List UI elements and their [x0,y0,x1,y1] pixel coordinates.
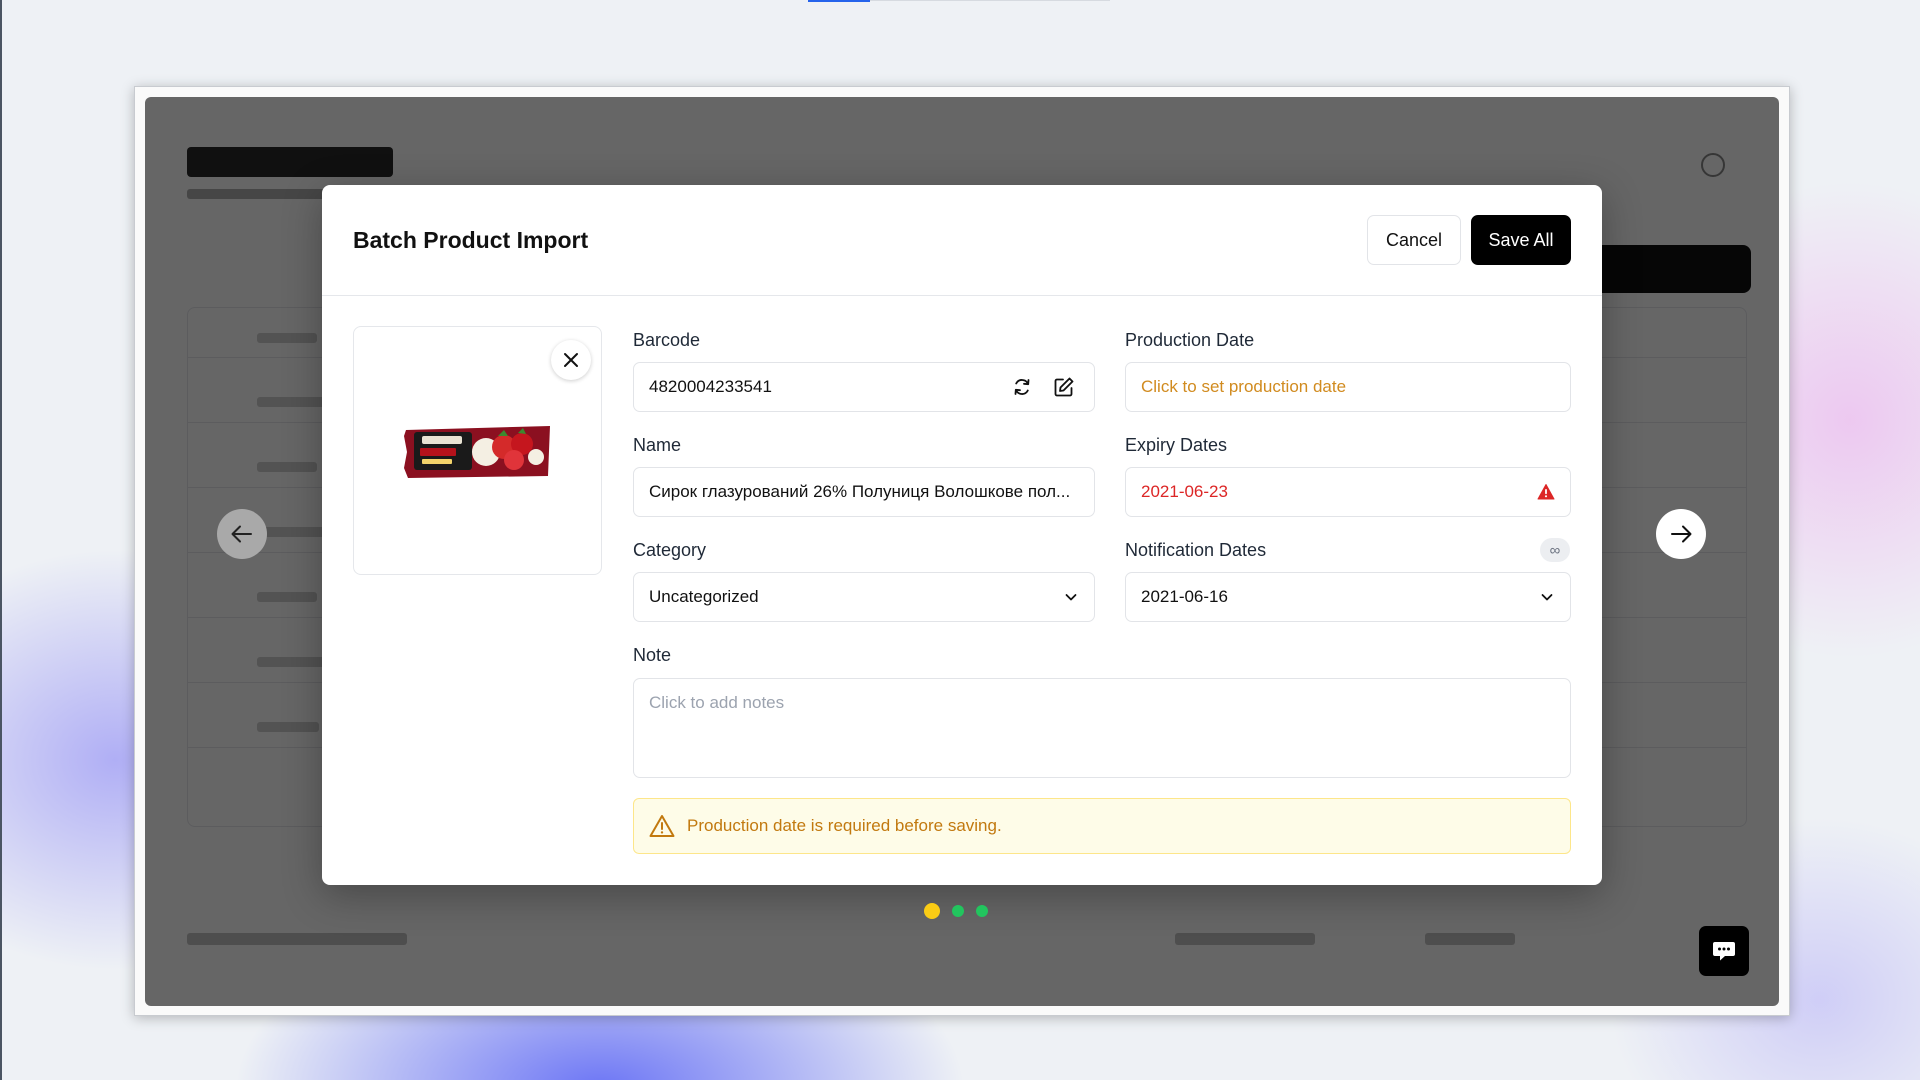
barcode-label: Barcode [633,330,701,350]
expiry-date-value: 2021-06-23 [1141,482,1228,501]
note-placeholder: Click to add notes [649,693,785,712]
note-label: Note [633,645,672,665]
warning-text: Production date is required before savin… [687,816,1002,835]
barcode-field[interactable]: 4820004233541 [633,362,1095,412]
expiry-dates-label: Expiry Dates [1125,435,1228,455]
chevron-down-icon [1065,594,1077,601]
chevron-down-icon [1541,594,1553,601]
production-date-placeholder: Click to set production date [1141,377,1347,396]
page-dot[interactable] [976,905,988,917]
name-label: Name [633,435,682,455]
batch-import-dialog: Batch Product Import Cancel Save All Bar… [322,185,1602,885]
production-date-field[interactable]: Click to set production date [1125,362,1571,412]
arrow-left-icon [231,525,252,543]
close-icon [564,353,578,367]
previous-item-button[interactable] [217,509,267,559]
cancel-button[interactable]: Cancel [1367,215,1461,265]
dialog-actions: Cancel Save All [1367,215,1571,265]
barcode-value: 4820004233541 [649,377,772,396]
dialog-title: Batch Product Import [353,226,589,253]
category-select[interactable]: Uncategorized [633,572,1095,622]
product-photo [404,426,550,478]
regenerate-barcode-button[interactable] [1007,372,1037,402]
product-image-card[interactable] [353,326,602,575]
notification-date-value: 2021-06-16 [1141,587,1228,606]
page-dot-current[interactable] [924,903,940,919]
refresh-icon [1014,379,1030,395]
chat-icon [1713,942,1735,961]
category-label: Category [633,540,707,560]
note-textarea[interactable]: Click to add notes [633,678,1571,778]
screen-edge [0,0,2,1080]
edit-barcode-button[interactable] [1049,372,1079,402]
warning-icon [649,814,675,838]
notification-date-select[interactable]: 2021-06-16 [1125,572,1571,622]
next-item-button[interactable] [1656,509,1706,559]
validation-warning: Production date is required before savin… [633,798,1571,854]
browser-tab-indicator [808,0,870,2]
dialog-header: Batch Product Import Cancel Save All [322,185,1602,296]
notification-dates-label: Notification Dates [1125,540,1267,560]
name-value: Сирок глазурований 26% Полуниця Волошков… [649,482,1071,501]
browser-tab-divider [870,0,1110,1]
chat-support-button[interactable] [1699,926,1749,976]
category-value: Uncategorized [649,587,759,606]
expiry-date-field[interactable]: 2021-06-23 [1125,467,1571,517]
save-all-button[interactable]: Save All [1471,215,1571,265]
remove-image-button[interactable] [551,340,591,380]
infinity-toggle[interactable]: ∞ [1540,538,1570,562]
page-dot[interactable] [952,905,964,917]
alert-triangle-icon [1537,484,1555,500]
item-pagination [924,903,988,919]
name-input[interactable]: Сирок глазурований 26% Полуниця Волошков… [633,467,1095,517]
arrow-right-icon [1671,525,1692,543]
production-date-label: Production Date [1125,330,1255,350]
edit-icon [1054,377,1074,397]
